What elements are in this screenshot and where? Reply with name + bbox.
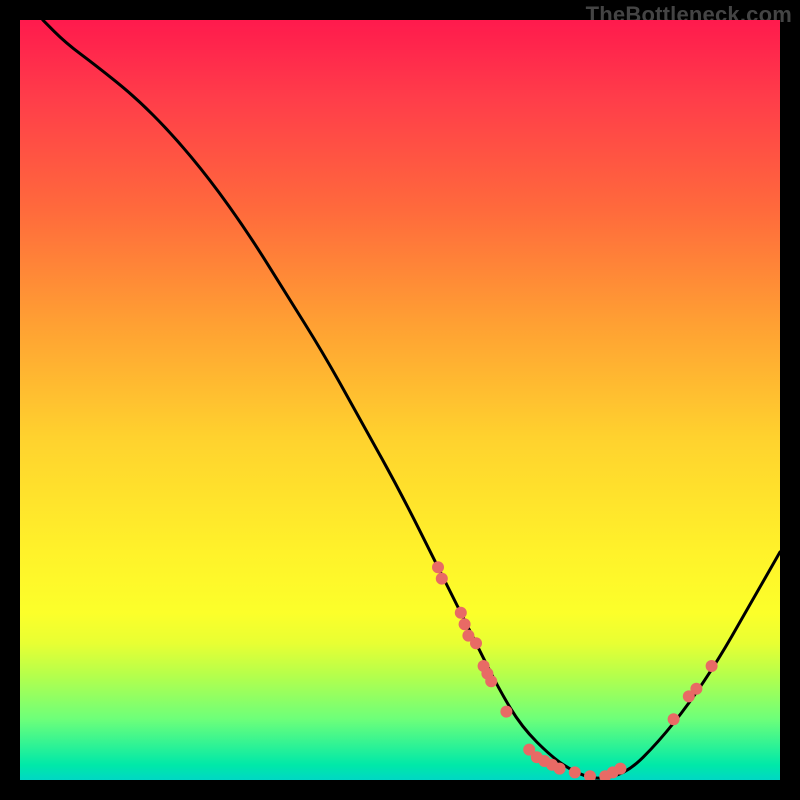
data-point xyxy=(459,618,471,630)
data-point xyxy=(690,683,702,695)
bottleneck-curve xyxy=(43,20,780,778)
data-point xyxy=(432,561,444,573)
data-point xyxy=(455,607,467,619)
curve-layer xyxy=(43,20,780,778)
data-point xyxy=(614,763,626,775)
data-point xyxy=(485,675,497,687)
data-point xyxy=(584,770,596,780)
data-point xyxy=(668,713,680,725)
data-point xyxy=(436,573,448,585)
chart-svg xyxy=(20,20,780,780)
data-point xyxy=(554,763,566,775)
points-layer xyxy=(432,561,718,780)
data-point xyxy=(569,766,581,778)
data-point xyxy=(470,637,482,649)
chart-plot-area xyxy=(20,20,780,780)
data-point xyxy=(500,706,512,718)
data-point xyxy=(706,660,718,672)
